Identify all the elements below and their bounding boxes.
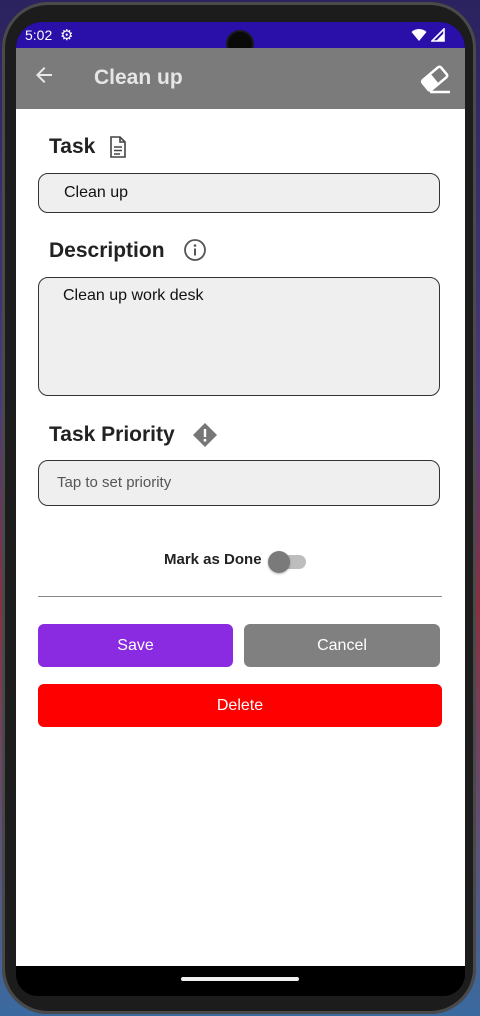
cancel-button[interactable]: Cancel: [244, 624, 440, 667]
description-label: Description: [49, 239, 165, 262]
back-button[interactable]: [32, 63, 60, 91]
status-time: 5:02: [25, 27, 53, 43]
document-icon: [110, 136, 126, 158]
gear-icon: ⚙: [60, 27, 74, 44]
home-handle[interactable]: [181, 977, 299, 981]
mark-done-row: Mark as Done: [16, 545, 465, 575]
priority-field[interactable]: Tap to set priority: [38, 460, 440, 506]
save-button[interactable]: Save: [38, 624, 233, 667]
task-input[interactable]: Clean up: [38, 173, 440, 213]
clear-button[interactable]: [418, 62, 452, 96]
screen: 5:02 ⚙ Clean up Task Clean up Descriptio…: [16, 22, 465, 996]
page-title: Clean up: [94, 66, 183, 89]
status-icons: [411, 26, 445, 42]
wifi-icon: [411, 28, 427, 41]
mark-done-toggle-thumb[interactable]: [268, 551, 290, 573]
priority-icon[interactable]: [191, 421, 219, 449]
description-input[interactable]: Clean up work desk: [38, 277, 440, 396]
app-bar: Clean up: [16, 48, 465, 109]
task-label: Task: [49, 135, 96, 158]
delete-button[interactable]: Delete: [38, 684, 442, 727]
task-form: Task Clean up Description Clean up work …: [16, 109, 465, 966]
back-arrow-icon: [36, 67, 52, 83]
info-icon[interactable]: [183, 238, 207, 262]
mark-done-label: Mark as Done: [164, 551, 262, 568]
navigation-bar: [16, 966, 465, 996]
signal-icon: [430, 26, 445, 42]
priority-label: Task Priority: [49, 423, 175, 446]
phone-frame: 5:02 ⚙ Clean up Task Clean up Descriptio…: [2, 2, 476, 1014]
divider: [38, 596, 442, 597]
eraser-icon: [420, 65, 450, 94]
